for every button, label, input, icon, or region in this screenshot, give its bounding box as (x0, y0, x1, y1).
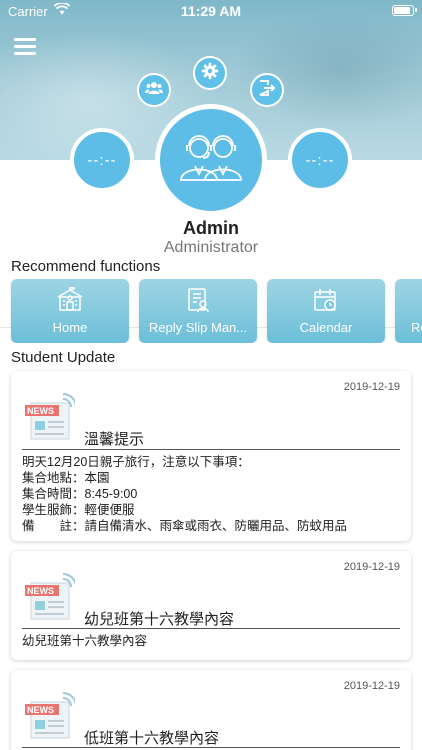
function-label: Calendar (299, 320, 353, 335)
left-status-circle: --:-- (70, 128, 134, 192)
student-update-title: Student Update (11, 349, 116, 366)
news-body-line: 明天12月20日親子旅行，注意以下事項： (22, 455, 250, 469)
reply-slip-icon (139, 287, 257, 313)
news-body: 明天12月20日親子旅行，注意以下事項： 集合地點：本園 集合時間：8:45-9… (22, 454, 400, 534)
users-button[interactable] (137, 73, 171, 107)
news-thumbnail-icon: NEWS (23, 692, 77, 740)
news-body-line: 學生服飾：輕便便服 (22, 503, 135, 517)
news-date: 2019-12-19 (343, 381, 400, 393)
users-icon (145, 81, 163, 100)
logout-icon (258, 79, 276, 102)
news-thumbnail-icon: NEWS (23, 573, 77, 621)
profile-name: Admin (183, 218, 239, 238)
news-title: 溫馨提示 (84, 431, 145, 448)
news-title: 低班第十六教學內容 (84, 730, 220, 747)
svg-text:NEWS: NEWS (27, 586, 54, 596)
news-card[interactable]: 2019-12-19 NEWS 幼兒班第十六教學內容 幼兒班第十六教學內容 (11, 551, 411, 660)
left-status-value: --:-- (87, 151, 117, 169)
battery-icon (392, 5, 417, 16)
recommend-functions-row[interactable]: Home Reply Slip Man... Calendar Re (0, 279, 422, 343)
news-title: 幼兒班第十六教學內容 (84, 611, 235, 628)
function-card-reply-slip[interactable]: Reply Slip Man... (139, 279, 257, 343)
gear-icon (201, 62, 219, 85)
status-bar: Carrier 11:29 AM (0, 0, 422, 22)
news-title-underline (22, 628, 400, 629)
svg-text:NEWS: NEWS (27, 406, 54, 416)
news-body: 幼兒班第十六教學內容 (22, 633, 400, 649)
menu-button[interactable] (14, 38, 38, 56)
news-title-underline (22, 747, 400, 748)
news-body-line: 備 註：請自備清水、雨傘或雨衣、防曬用品、防蚊用品 (22, 519, 348, 533)
logout-button[interactable] (250, 73, 284, 107)
function-card-home[interactable]: Home (11, 279, 129, 343)
clock: 11:29 AM (180, 3, 242, 19)
news-date: 2019-12-19 (343, 680, 400, 692)
news-body-line: 集合時間：8:45-9:00 (22, 487, 138, 501)
avatar[interactable] (155, 104, 267, 216)
right-status-value: --:-- (305, 151, 335, 169)
function-label: Re (411, 320, 422, 335)
recommend-section-title: Recommend functions (11, 258, 161, 275)
school-icon (11, 287, 129, 313)
calendar-icon (267, 287, 385, 313)
news-thumbnail-icon: NEWS (23, 393, 77, 441)
svg-text:NEWS: NEWS (27, 705, 54, 715)
function-label: Reply Slip Man... (148, 320, 248, 335)
support-staff-icon (173, 128, 249, 193)
right-status-circle: --:-- (288, 128, 352, 192)
news-body-line: 幼兒班第十六教學內容 (22, 634, 148, 648)
news-card[interactable]: 2019-12-19 NEWS 溫馨提示 明天12月20日親子旅行，注意以下事項… (11, 371, 411, 541)
function-card-partial[interactable]: Re (395, 279, 422, 343)
news-title-underline (22, 449, 400, 450)
news-date: 2019-12-19 (343, 561, 400, 573)
function-label: Home (52, 320, 88, 335)
function-card-calendar[interactable]: Calendar (267, 279, 385, 343)
settings-button[interactable] (193, 56, 227, 90)
news-body-line: 集合地點：本園 (22, 471, 110, 485)
profile-role: Administrator (163, 239, 259, 256)
news-card[interactable]: 2019-12-19 NEWS 低班第十六教學內容 (11, 670, 411, 750)
